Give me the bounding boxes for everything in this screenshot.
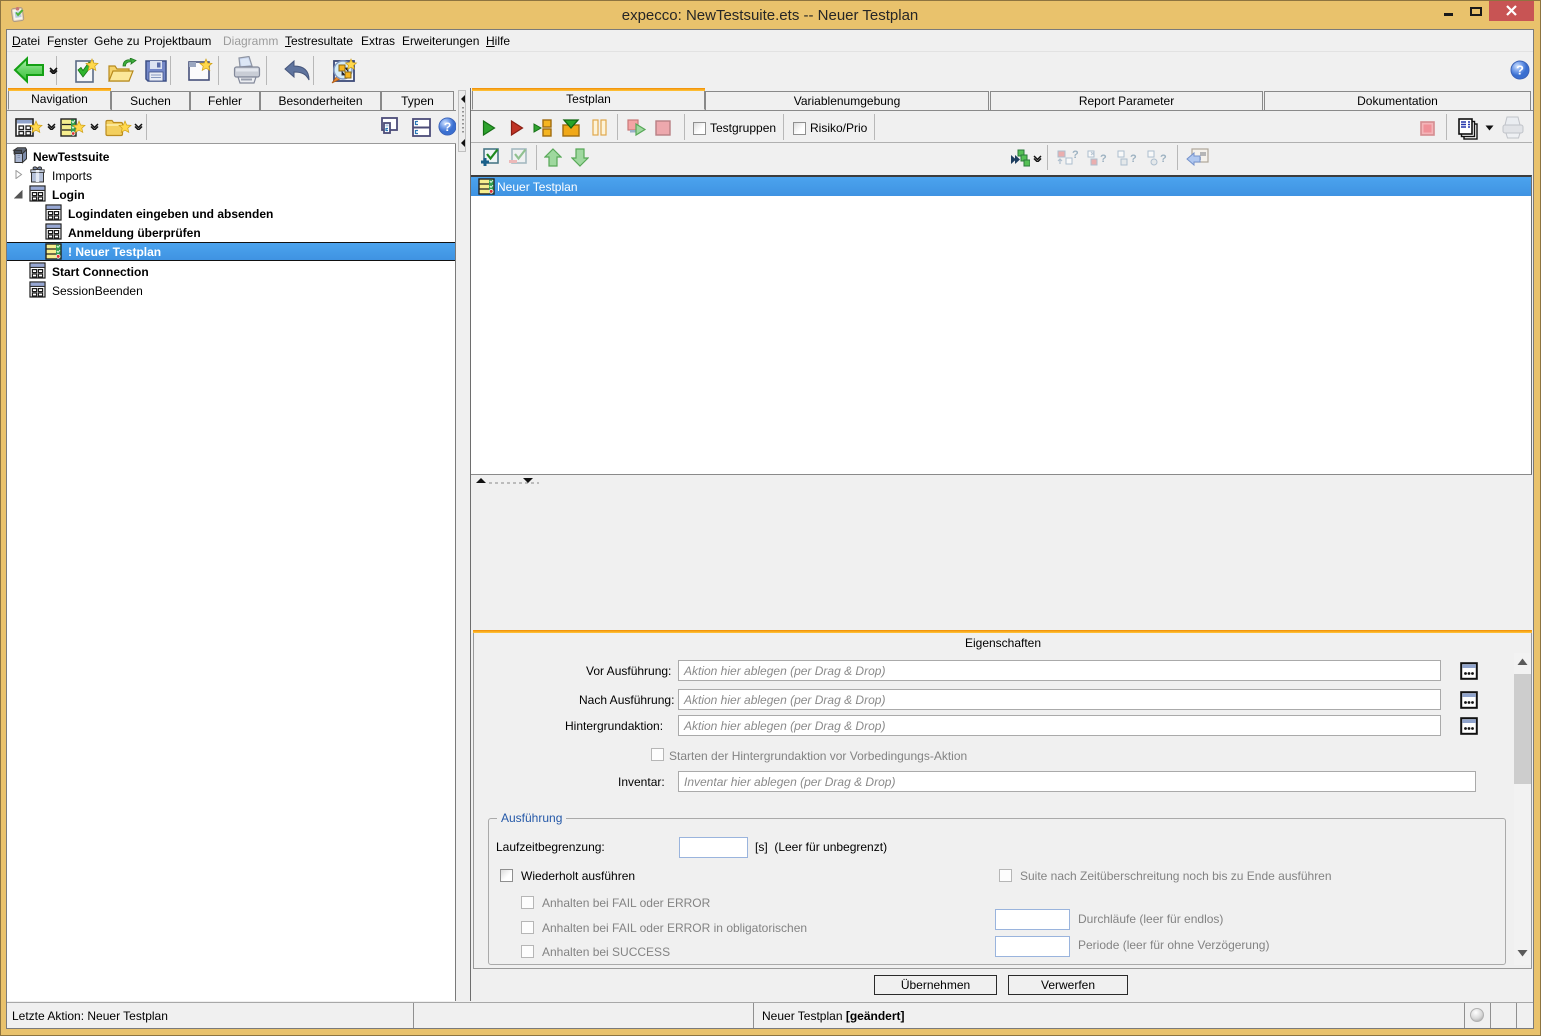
- svg-text:?: ?: [1160, 153, 1167, 165]
- svg-text:?: ?: [1072, 149, 1078, 161]
- svg-text:?: ?: [1130, 153, 1137, 165]
- svg-text:?: ?: [1516, 63, 1524, 78]
- svg-text:?: ?: [444, 120, 452, 134]
- svg-text:?: ?: [1100, 153, 1107, 165]
